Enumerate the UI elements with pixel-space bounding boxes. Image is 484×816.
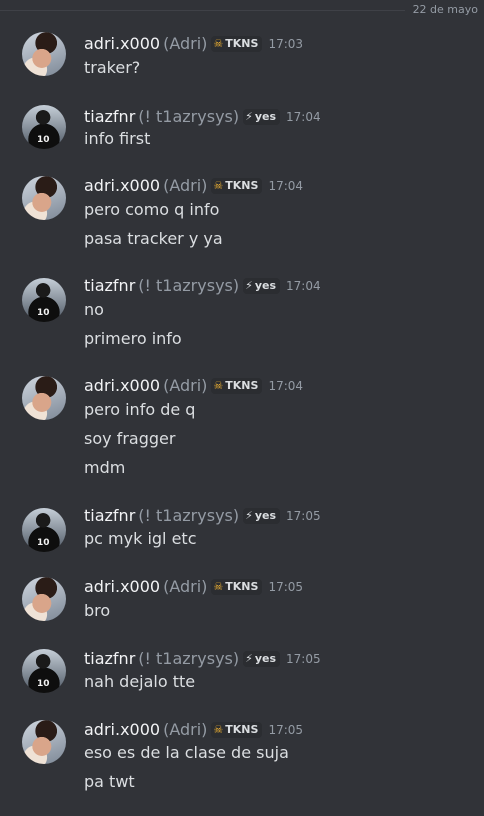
message-text: pa twt — [84, 772, 135, 791]
avatar[interactable]: 10 — [22, 649, 66, 693]
message-header: adri.x000 (Adri) ☠ TKNS 17:04 — [84, 176, 303, 196]
message-header: tiazfnr (! t1azrysys) ⚡ yes 17:05 — [84, 506, 321, 526]
avatar-jersey-number: 10 — [37, 135, 50, 145]
skull-icon: ☠ — [213, 580, 224, 593]
message-text: traker? — [84, 58, 141, 77]
lightning-icon: ⚡ — [245, 110, 253, 123]
skull-icon: ☠ — [213, 37, 224, 50]
avatar[interactable]: 10 — [22, 508, 66, 552]
message-text: pasa tracker y ya — [84, 229, 223, 248]
message-text: mdm — [84, 458, 126, 477]
timestamp[interactable]: 17:05 — [286, 509, 321, 523]
clan-tag[interactable]: ⚡ yes — [243, 651, 281, 667]
avatar[interactable]: 10 — [22, 105, 66, 149]
nickname: (Adri) — [163, 34, 208, 53]
message-text: pero como q info — [84, 200, 220, 219]
skull-icon: ☠ — [213, 723, 224, 736]
nickname: (! t1azrysys) — [138, 649, 240, 668]
username[interactable]: tiazfnr — [84, 276, 135, 295]
username[interactable]: tiazfnr — [84, 506, 135, 525]
username[interactable]: adri.x000 — [84, 176, 160, 195]
message-text: pero info de q — [84, 400, 196, 419]
avatar[interactable] — [22, 720, 66, 764]
message-text: pc myk igl etc — [84, 529, 197, 548]
timestamp[interactable]: 17:05 — [268, 580, 303, 594]
username[interactable]: adri.x000 — [84, 720, 160, 739]
avatar-jersey-number: 10 — [37, 308, 50, 318]
message-header: adri.x000 (Adri) ☠ TKNS 17:05 — [84, 720, 303, 740]
clan-tag[interactable]: ☠ TKNS — [211, 722, 263, 738]
username[interactable]: tiazfnr — [84, 649, 135, 668]
username[interactable]: tiazfnr — [84, 107, 135, 126]
timestamp[interactable]: 17:04 — [286, 279, 321, 293]
message-header: tiazfnr (! t1azrysys) ⚡ yes 17:04 — [84, 107, 321, 127]
message-header: adri.x000 (Adri) ☠ TKNS 17:03 — [84, 34, 303, 54]
nickname: (! t1azrysys) — [138, 276, 240, 295]
nickname: (Adri) — [163, 720, 208, 739]
date-divider-label: 22 de mayo — [404, 3, 484, 17]
message-header: tiazfnr (! t1azrysys) ⚡ yes 17:04 — [84, 276, 321, 296]
clan-tag[interactable]: ☠ TKNS — [211, 579, 263, 595]
nickname: (Adri) — [163, 376, 208, 395]
timestamp[interactable]: 17:04 — [268, 179, 303, 193]
message-text: eso es de la clase de suja — [84, 743, 289, 762]
clan-tag[interactable]: ⚡ yes — [243, 109, 281, 125]
avatar[interactable] — [22, 376, 66, 420]
message-header: tiazfnr (! t1azrysys) ⚡ yes 17:05 — [84, 649, 321, 669]
lightning-icon: ⚡ — [245, 509, 253, 522]
skull-icon: ☠ — [213, 179, 224, 192]
nickname: (Adri) — [163, 577, 208, 596]
message-text: nah dejalo tte — [84, 672, 196, 691]
message-header: adri.x000 (Adri) ☠ TKNS 17:04 — [84, 376, 303, 396]
clan-tag[interactable]: ⚡ yes — [243, 278, 281, 294]
nickname: (! t1azrysys) — [138, 107, 240, 126]
timestamp[interactable]: 17:03 — [268, 37, 303, 51]
message-text: primero info — [84, 329, 182, 348]
message-header: adri.x000 (Adri) ☠ TKNS 17:05 — [84, 577, 303, 597]
username[interactable]: adri.x000 — [84, 376, 160, 395]
message-text: soy fragger — [84, 429, 176, 448]
avatar-jersey-number: 10 — [37, 538, 50, 548]
clan-tag[interactable]: ☠ TKNS — [211, 178, 263, 194]
timestamp[interactable]: 17:04 — [286, 110, 321, 124]
clan-tag[interactable]: ⚡ yes — [243, 508, 281, 524]
lightning-icon: ⚡ — [245, 279, 253, 292]
message-text: info first — [84, 129, 151, 148]
avatar[interactable]: 10 — [22, 278, 66, 322]
avatar[interactable] — [22, 32, 66, 76]
skull-icon: ☠ — [213, 379, 224, 392]
username[interactable]: adri.x000 — [84, 34, 160, 53]
message-text: bro — [84, 601, 111, 620]
avatar[interactable] — [22, 577, 66, 621]
message-text: no — [84, 300, 104, 319]
nickname: (Adri) — [163, 176, 208, 195]
clan-tag[interactable]: ☠ TKNS — [211, 36, 263, 52]
timestamp[interactable]: 17:05 — [286, 652, 321, 666]
avatar[interactable] — [22, 176, 66, 220]
timestamp[interactable]: 17:04 — [268, 379, 303, 393]
avatar-jersey-number: 10 — [37, 679, 50, 689]
lightning-icon: ⚡ — [245, 652, 253, 665]
username[interactable]: adri.x000 — [84, 577, 160, 596]
timestamp[interactable]: 17:05 — [268, 723, 303, 737]
nickname: (! t1azrysys) — [138, 506, 240, 525]
clan-tag[interactable]: ☠ TKNS — [211, 378, 263, 394]
